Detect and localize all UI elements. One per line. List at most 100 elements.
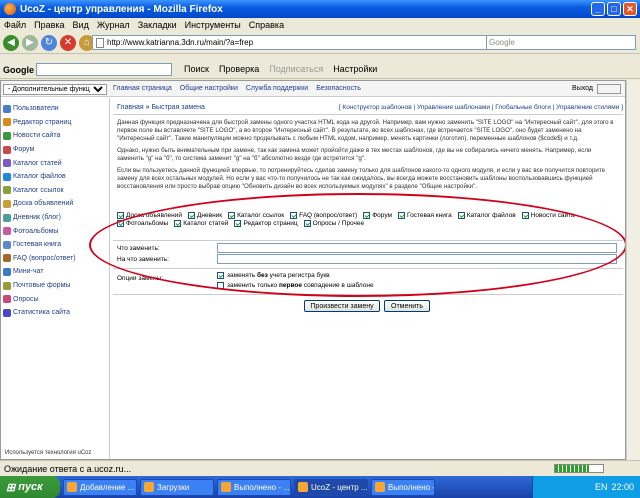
description-paragraph: Однако, нужно быть внимательным при заме…	[117, 147, 592, 162]
reload-icon[interactable]: ↻	[41, 34, 57, 51]
module-checkbox[interactable]: Каталог файлов	[457, 212, 516, 219]
checkbox[interactable]	[290, 212, 298, 219]
language-indicator[interactable]: EN	[595, 482, 608, 492]
exit-slider[interactable]	[597, 84, 621, 94]
google-check-button[interactable]: Проверка	[219, 64, 259, 74]
link-home[interactable]: Главная страница	[113, 85, 172, 92]
firefox-icon	[144, 482, 154, 492]
exit-link[interactable]: Выход	[572, 85, 593, 92]
address-bar[interactable]: http://www.katrianna.3dn.ru/main/?a=frep	[92, 35, 492, 50]
sidebar: Пользователи Редактор страниц Новости сайт…	[1, 98, 110, 459]
sidebar-item[interactable]: Редактор страниц	[1, 116, 109, 130]
cancel-button[interactable]: Отменить	[384, 300, 430, 312]
sidebar-item[interactable]: Новости сайта	[1, 129, 109, 143]
checkbox[interactable]	[521, 212, 529, 219]
google-search-button[interactable]: Поиск	[184, 64, 209, 74]
extra-functions-select[interactable]: - Дополнительные функции -	[3, 84, 107, 95]
first-only-checkbox[interactable]	[217, 282, 224, 289]
google-search-input[interactable]	[36, 63, 172, 76]
menu-bar: Файл Правка Вид Журнал Закладки Инструме…	[0, 18, 640, 32]
sidebar-item[interactable]: Каталог статей	[1, 156, 109, 170]
replace-button[interactable]: Произвести замену	[304, 300, 380, 312]
module-checkbox[interactable]: FAQ (вопрос/ответ)	[290, 212, 357, 219]
checkbox[interactable]	[397, 212, 405, 219]
crumb-page[interactable]: Быстрая замена	[151, 104, 204, 111]
url-text: http://www.katrianna.3dn.ru/main/?a=frep	[107, 38, 254, 47]
sidebar-item[interactable]: Фотоальбомы	[1, 224, 109, 238]
google-subscribe-button[interactable]: Подписаться	[269, 64, 323, 74]
module-checkbox[interactable]: Доска объявлений	[117, 212, 182, 219]
module-checkbox[interactable]: Редактор страниц	[234, 220, 298, 227]
checkbox[interactable]	[174, 220, 182, 227]
module-checkbox[interactable]: Форум	[363, 212, 392, 219]
page-scrollbar[interactable]	[626, 80, 640, 460]
menu-tools[interactable]: Инструменты	[185, 20, 241, 30]
sidebar-item[interactable]: Каталог ссылок	[1, 184, 109, 198]
module-checkbox[interactable]: Каталог статей	[174, 220, 228, 227]
close-button[interactable]: ✕	[623, 2, 637, 16]
stop-icon[interactable]: ✕	[60, 34, 76, 51]
menu-history[interactable]: Журнал	[97, 20, 130, 30]
maximize-button[interactable]: □	[607, 2, 621, 16]
task-item[interactable]: Выполнено - ...	[217, 478, 291, 496]
replace-input[interactable]	[217, 243, 617, 253]
task-item[interactable]: Выполнено - ...	[371, 478, 435, 496]
case-checkbox[interactable]	[217, 272, 224, 279]
link-security[interactable]: Безопасность	[316, 85, 361, 92]
description-paragraph: Если вы пользуетесь данной функцией впер…	[117, 167, 606, 190]
sidebar-item[interactable]: Доска объявлений	[1, 197, 109, 211]
sidebar-item[interactable]: Статистика сайта	[1, 306, 109, 320]
menu-file[interactable]: Файл	[4, 20, 26, 30]
minimize-button[interactable]: _	[591, 2, 605, 16]
search-box[interactable]: Google	[486, 35, 636, 50]
checkbox[interactable]	[117, 220, 124, 227]
search-placeholder: Google	[489, 38, 515, 47]
sidebar-item[interactable]: Пользователи	[1, 102, 109, 116]
sidebar-item[interactable]: Каталог файлов	[1, 170, 109, 184]
checkbox[interactable]	[303, 220, 311, 227]
module-checkbox[interactable]: Опросы / Прочее	[303, 220, 364, 227]
sidebar-item[interactable]: Дневник (блог)	[1, 211, 109, 225]
page-icon	[96, 37, 104, 48]
google-logo: Google	[3, 64, 34, 75]
checkbox[interactable]	[457, 212, 465, 219]
checkbox[interactable]	[188, 212, 196, 219]
firefox-icon	[67, 482, 77, 492]
sidebar-item[interactable]: Мини-чат	[1, 265, 109, 279]
menu-view[interactable]: Вид	[73, 20, 89, 30]
google-settings-button[interactable]: Настройки	[333, 64, 377, 74]
module-checkbox[interactable]: Каталог ссылок	[228, 212, 284, 219]
module-checkbox[interactable]: Дневник	[188, 212, 222, 219]
checkbox[interactable]	[234, 220, 242, 227]
task-item[interactable]: Добавление ...	[63, 478, 137, 496]
menu-edit[interactable]: Правка	[34, 20, 64, 30]
sidebar-item[interactable]: Почтовые формы	[1, 279, 109, 293]
template-links[interactable]: [ Конструктор шаблонов | Управление шабл…	[339, 104, 623, 111]
module-icon	[3, 159, 11, 168]
crumb-home[interactable]: Главная	[117, 104, 144, 111]
sidebar-item[interactable]: Форум	[1, 143, 109, 157]
menu-bookmarks[interactable]: Закладки	[138, 20, 177, 30]
main-panel: Главная » Быстрая замена [ Конструктор ш…	[113, 98, 623, 459]
option-first-only[interactable]: заменить только первое совпадение в шабл…	[217, 282, 374, 289]
task-item[interactable]: Загрузки	[140, 478, 214, 496]
option-case-insensitive[interactable]: заменять без учета регистра букв	[217, 272, 330, 279]
checkbox[interactable]	[117, 212, 124, 219]
module-checkbox[interactable]: Новости сайта	[521, 212, 575, 219]
firefox-icon	[375, 482, 385, 492]
task-item-active[interactable]: UcoZ - центр ...	[294, 478, 368, 496]
replace-with-input[interactable]	[217, 254, 617, 264]
start-button[interactable]: ⊞ пуск	[0, 476, 60, 498]
module-checkbox[interactable]: Гостевая книга	[397, 212, 452, 219]
module-checkbox[interactable]: Фотоальбомы	[117, 220, 168, 227]
forward-icon[interactable]: ▶	[22, 34, 38, 51]
menu-help[interactable]: Справка	[249, 20, 284, 30]
checkbox[interactable]	[228, 212, 236, 219]
sidebar-item[interactable]: FAQ (вопрос/ответ)	[1, 252, 109, 266]
sidebar-item[interactable]: Гостевая книга	[1, 238, 109, 252]
sidebar-item[interactable]: Опросы	[1, 292, 109, 306]
link-general-settings[interactable]: Общие настройки	[180, 85, 238, 92]
checkbox[interactable]	[363, 212, 371, 219]
back-icon[interactable]: ◀	[3, 34, 19, 51]
link-support[interactable]: Служба поддержки	[246, 85, 308, 92]
